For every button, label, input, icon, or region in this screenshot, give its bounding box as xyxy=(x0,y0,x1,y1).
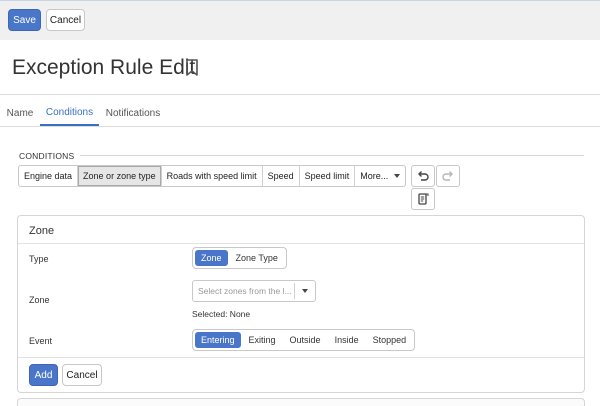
add-button[interactable]: Add xyxy=(29,364,58,386)
conditions-section-rule xyxy=(80,155,584,156)
type-label: Type xyxy=(29,254,49,264)
next-panel-edge xyxy=(17,398,585,406)
tabs-divider xyxy=(0,126,600,127)
selected-zones-text: Selected: None xyxy=(192,309,251,319)
tab-conditions[interactable]: Conditions xyxy=(40,100,99,126)
more-dropdown-label: More... xyxy=(360,171,389,181)
event-option-exiting[interactable]: Exiting xyxy=(243,332,282,348)
event-option-outside[interactable]: Outside xyxy=(284,332,327,348)
condition-speed-limit-button[interactable]: Speed limit xyxy=(300,166,356,186)
type-selector: Zone Zone Type xyxy=(192,247,287,269)
condition-zone-button[interactable]: Zone or zone type xyxy=(78,166,162,186)
top-toolbar: Save Cancel xyxy=(0,0,600,40)
page-title: Exception Rule Edit xyxy=(12,56,196,79)
type-option-zone-type[interactable]: Zone Type xyxy=(230,250,284,266)
tab-name[interactable]: Name xyxy=(4,100,36,126)
condition-engine-data-button[interactable]: Engine data xyxy=(19,166,79,186)
zone-panel: Zone Type Zone Zone Type Zone Select zon… xyxy=(17,215,585,393)
redo-icon xyxy=(442,171,453,181)
condition-type-buttons: Engine data Zone or zone type Roads with… xyxy=(18,165,407,187)
zone-label: Zone xyxy=(29,295,50,305)
chevron-down-icon xyxy=(394,174,401,178)
event-option-inside[interactable]: Inside xyxy=(329,332,365,348)
document-button[interactable] xyxy=(411,188,435,210)
chevron-down-icon[interactable] xyxy=(302,289,308,293)
panel-cancel-button[interactable]: Cancel xyxy=(62,364,102,386)
zone-select[interactable]: Select zones from the l... xyxy=(192,280,316,302)
condition-speed-button[interactable]: Speed xyxy=(263,166,300,186)
redo-button[interactable] xyxy=(436,165,460,187)
bookmark-icon[interactable] xyxy=(184,58,200,77)
condition-roads-speed-limit-button[interactable]: Roads with speed limit xyxy=(162,166,263,186)
panel-footer-divider xyxy=(18,357,584,358)
zone-select-placeholder: Select zones from the l... xyxy=(198,286,292,296)
save-button[interactable]: Save xyxy=(8,9,41,31)
event-option-stopped[interactable]: Stopped xyxy=(367,332,413,348)
select-divider xyxy=(294,283,295,299)
event-label: Event xyxy=(29,336,53,346)
condition-more-dropdown[interactable]: More... xyxy=(355,166,405,186)
header-divider xyxy=(0,94,600,95)
event-selector: Entering Exiting Outside Inside Stopped xyxy=(192,329,416,351)
panel-title-divider xyxy=(18,243,584,244)
undo-button[interactable] xyxy=(411,165,435,187)
tab-notifications[interactable]: Notifications xyxy=(104,100,162,126)
undo-icon xyxy=(418,171,429,181)
zone-panel-title: Zone xyxy=(29,225,55,237)
conditions-section-label: CONDITIONS xyxy=(19,151,75,161)
cancel-button[interactable]: Cancel xyxy=(46,9,85,31)
event-option-entering[interactable]: Entering xyxy=(195,332,241,348)
document-icon xyxy=(418,193,429,205)
type-option-zone[interactable]: Zone xyxy=(195,250,228,266)
